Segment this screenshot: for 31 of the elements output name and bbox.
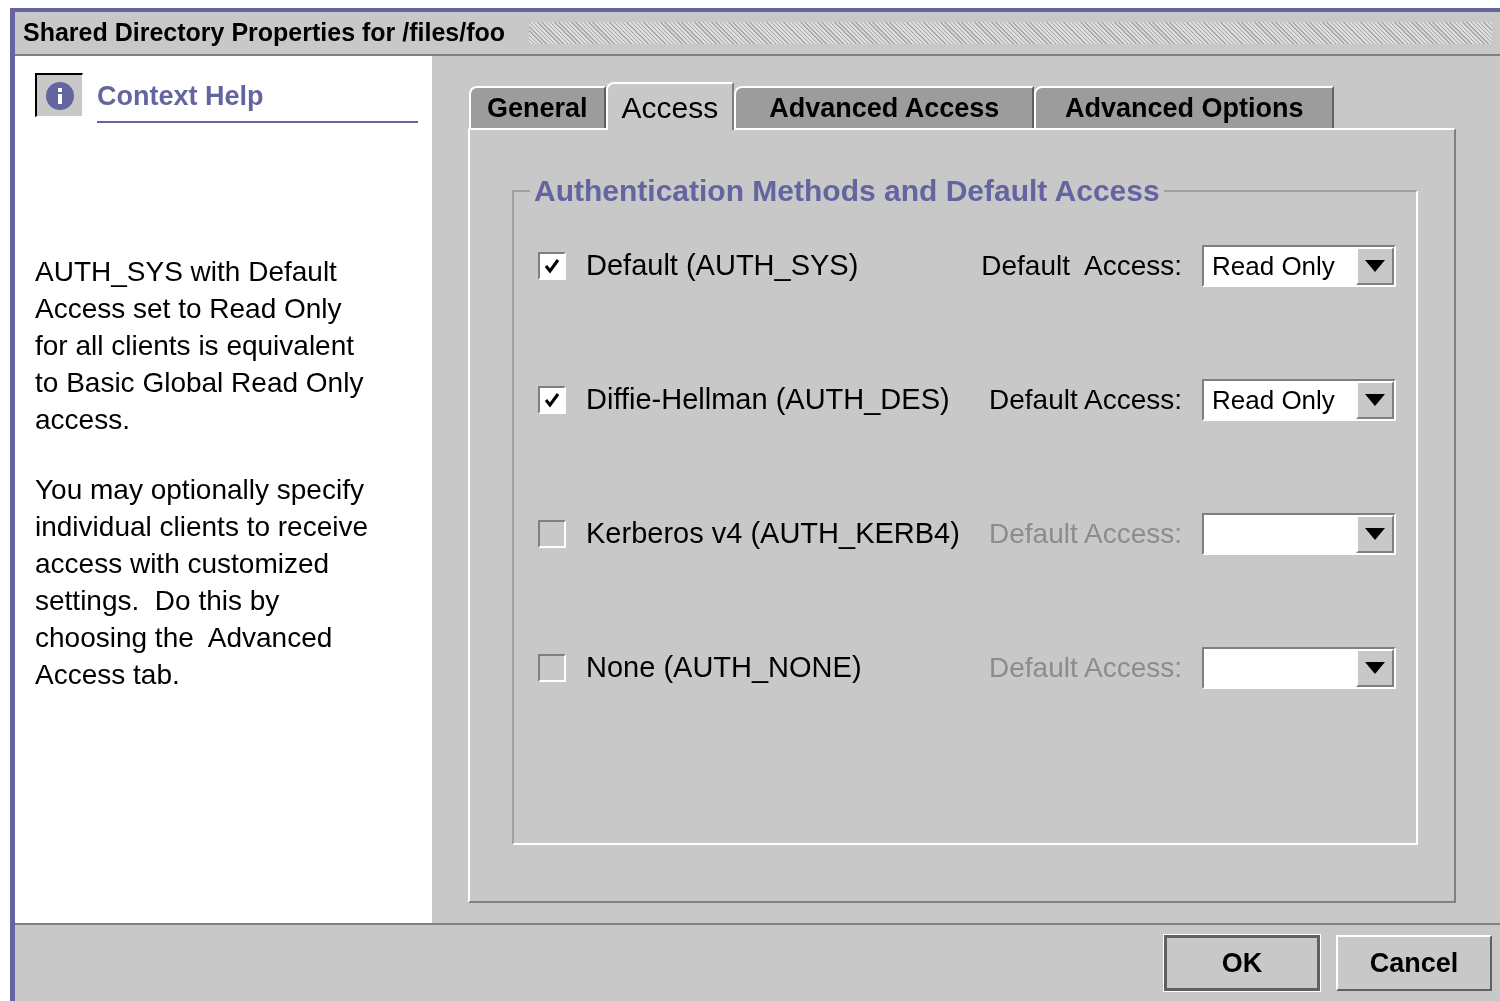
dropdown-arrow-icon xyxy=(1365,662,1385,674)
window-title: Shared Directory Properties for /files/foo xyxy=(23,17,506,49)
checkbox-label: None (AUTH_NONE) xyxy=(586,650,862,686)
checkbox-label: Default (AUTH_SYS) xyxy=(586,248,859,284)
help-paragraph: You may optionally specify individual clients to receive access with customized settings. Do this by choosing the Advanced Access tab. xyxy=(35,472,370,692)
access-label: Default Access: xyxy=(981,249,1182,283)
access-dropdown[interactable] xyxy=(1202,513,1396,555)
dialog-button[interactable]: OK xyxy=(1164,935,1320,991)
dropdown-arrow-icon xyxy=(1365,260,1385,272)
checkbox-label: Diffie-Hellman (AUTH_DES) xyxy=(586,382,950,418)
checkbox[interactable] xyxy=(538,252,566,280)
checkbox-label: Kerberos v4 (AUTH_KERB4) xyxy=(586,516,960,552)
tab[interactable]: General xyxy=(469,86,606,128)
access-dropdown[interactable]: Read Only xyxy=(1202,245,1396,287)
access-dropdown[interactable] xyxy=(1202,647,1396,689)
access-label: Default Access: xyxy=(989,383,1182,417)
access-label: Default Access: xyxy=(989,651,1182,685)
tab[interactable]: Access xyxy=(605,82,735,130)
access-label: Default Access: xyxy=(989,517,1182,551)
help-paragraph: AUTH_SYS with Default Access set to Read Only for all clients is equivalent to Basic Global Read Only access. xyxy=(35,254,365,437)
tab[interactable]: Advanced Access xyxy=(734,86,1035,128)
dialog-button[interactable]: Cancel xyxy=(1336,935,1492,991)
checkbox[interactable] xyxy=(538,386,566,414)
tab[interactable]: Advanced Options xyxy=(1034,86,1335,128)
info-icon[interactable] xyxy=(35,73,83,118)
access-dropdown[interactable]: Read Only xyxy=(1202,379,1396,421)
checkmark-icon xyxy=(543,391,561,409)
context-help-link[interactable]: Context Help xyxy=(97,76,418,123)
dropdown-arrow-icon xyxy=(1365,394,1385,406)
dropdown-arrow-icon xyxy=(1365,528,1385,540)
checkmark-icon xyxy=(543,257,561,275)
